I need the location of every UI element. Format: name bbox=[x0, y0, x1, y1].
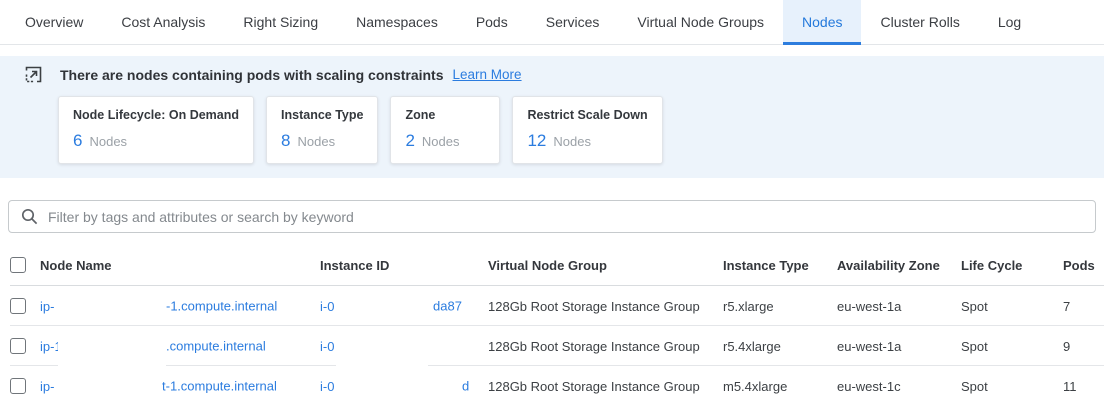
tab-namespaces[interactable]: Namespaces bbox=[337, 0, 457, 44]
header-pods: Pods bbox=[1063, 258, 1104, 273]
tab-pods[interactable]: Pods bbox=[457, 0, 527, 44]
node-name-suffix: .compute.internal bbox=[166, 339, 266, 354]
card-title: Restrict Scale Down bbox=[527, 108, 647, 122]
instance-id-prefix: i-0 bbox=[320, 379, 335, 394]
cell-virtual-node-group: 128Gb Root Storage Instance Group bbox=[488, 379, 723, 394]
card-unit: Nodes bbox=[89, 134, 127, 149]
header-node-name: Node Name bbox=[40, 258, 320, 273]
card-count: 6 bbox=[73, 131, 82, 151]
table-row: ip- -1.compute.internal i-0 da87 128Gb R… bbox=[0, 286, 1104, 326]
filter-search-box bbox=[8, 200, 1096, 233]
nodes-table: Node Name Instance ID Virtual Node Group… bbox=[0, 244, 1104, 404]
redaction-overlay bbox=[58, 334, 166, 370]
card-unit: Nodes bbox=[553, 134, 591, 149]
tab-virtual-node-groups[interactable]: Virtual Node Groups bbox=[618, 0, 783, 44]
row-checkbox[interactable] bbox=[10, 378, 26, 394]
learn-more-link[interactable]: Learn More bbox=[453, 67, 522, 82]
cell-life-cycle: Spot bbox=[961, 379, 1063, 394]
banner-message: There are nodes containing pods with sca… bbox=[60, 67, 444, 83]
table-row: ip-1 .compute.internal i-0 128Gb Root St… bbox=[0, 326, 1104, 366]
header-virtual-node-group: Virtual Node Group bbox=[488, 258, 723, 273]
card-title: Zone bbox=[405, 108, 485, 122]
card-count: 12 bbox=[527, 131, 546, 151]
nodes-page: Overview Cost Analysis Right Sizing Name… bbox=[0, 0, 1104, 404]
header-life-cycle: Life Cycle bbox=[961, 258, 1063, 273]
cell-virtual-node-group: 128Gb Root Storage Instance Group bbox=[488, 339, 723, 354]
scale-out-icon bbox=[25, 66, 42, 83]
node-name-prefix: ip- bbox=[40, 379, 54, 394]
cell-virtual-node-group: 128Gb Root Storage Instance Group bbox=[488, 299, 723, 314]
tab-cluster-rolls[interactable]: Cluster Rolls bbox=[861, 0, 978, 44]
search-icon bbox=[21, 208, 38, 225]
card-unit: Nodes bbox=[422, 134, 460, 149]
node-name-suffix: t-1.compute.internal bbox=[162, 379, 277, 394]
tab-services[interactable]: Services bbox=[527, 0, 619, 44]
card-count: 2 bbox=[405, 131, 414, 151]
tab-nodes[interactable]: Nodes bbox=[783, 0, 861, 44]
card-count: 8 bbox=[281, 131, 290, 151]
cell-pods: 11 bbox=[1063, 379, 1104, 394]
select-all-checkbox[interactable] bbox=[10, 257, 26, 273]
instance-id-prefix: i-0 bbox=[320, 339, 335, 354]
scaling-constraints-banner: There are nodes containing pods with sca… bbox=[0, 56, 1104, 178]
header-availability-zone: Availability Zone bbox=[837, 258, 961, 273]
cell-availability-zone: eu-west-1a bbox=[837, 299, 961, 314]
cell-pods: 9 bbox=[1063, 339, 1104, 354]
table-row: ip- t-1.compute.internal i-0 d 128Gb Roo… bbox=[0, 366, 1104, 404]
node-name-link[interactable]: ip- t-1.compute.internal bbox=[40, 379, 320, 394]
card-restrict-scale-down[interactable]: Restrict Scale Down 12 Nodes bbox=[512, 96, 662, 164]
constraint-cards: Node Lifecycle: On Demand 6 Nodes Instan… bbox=[58, 96, 1104, 164]
cell-instance-type: r5.xlarge bbox=[723, 299, 837, 314]
table-header-row: Node Name Instance ID Virtual Node Group… bbox=[0, 244, 1104, 286]
cell-availability-zone: eu-west-1c bbox=[837, 379, 961, 394]
cell-availability-zone: eu-west-1a bbox=[837, 339, 961, 354]
node-name-suffix: -1.compute.internal bbox=[166, 299, 277, 314]
row-checkbox[interactable] bbox=[10, 338, 26, 354]
node-name-link[interactable]: ip- -1.compute.internal bbox=[40, 299, 320, 314]
header-instance-type: Instance Type bbox=[723, 258, 837, 273]
node-name-prefix: ip- bbox=[40, 299, 54, 314]
card-zone[interactable]: Zone 2 Nodes bbox=[390, 96, 500, 164]
redaction-overlay bbox=[336, 334, 428, 370]
tab-overview[interactable]: Overview bbox=[6, 0, 102, 44]
card-title: Node Lifecycle: On Demand bbox=[73, 108, 239, 122]
cell-pods: 7 bbox=[1063, 299, 1104, 314]
tab-bar: Overview Cost Analysis Right Sizing Name… bbox=[0, 0, 1104, 45]
cell-instance-type: m5.4xlarge bbox=[723, 379, 837, 394]
cell-life-cycle: Spot bbox=[961, 339, 1063, 354]
search-input[interactable] bbox=[48, 209, 1095, 225]
tab-log[interactable]: Log bbox=[979, 0, 1040, 44]
tab-right-sizing[interactable]: Right Sizing bbox=[224, 0, 337, 44]
instance-id-link[interactable]: i-0 d bbox=[320, 379, 488, 394]
instance-id-suffix: d bbox=[462, 379, 469, 394]
tab-cost-analysis[interactable]: Cost Analysis bbox=[102, 0, 224, 44]
instance-id-link[interactable]: i-0 da87 bbox=[320, 299, 488, 314]
card-instance-type[interactable]: Instance Type 8 Nodes bbox=[266, 96, 378, 164]
card-node-lifecycle[interactable]: Node Lifecycle: On Demand 6 Nodes bbox=[58, 96, 254, 164]
instance-id-suffix: da87 bbox=[433, 299, 462, 314]
card-title: Instance Type bbox=[281, 108, 363, 122]
row-checkbox[interactable] bbox=[10, 298, 26, 314]
instance-id-prefix: i-0 bbox=[320, 299, 335, 314]
cell-instance-type: r5.4xlarge bbox=[723, 339, 837, 354]
cell-life-cycle: Spot bbox=[961, 299, 1063, 314]
header-instance-id: Instance ID bbox=[320, 258, 488, 273]
card-unit: Nodes bbox=[297, 134, 335, 149]
